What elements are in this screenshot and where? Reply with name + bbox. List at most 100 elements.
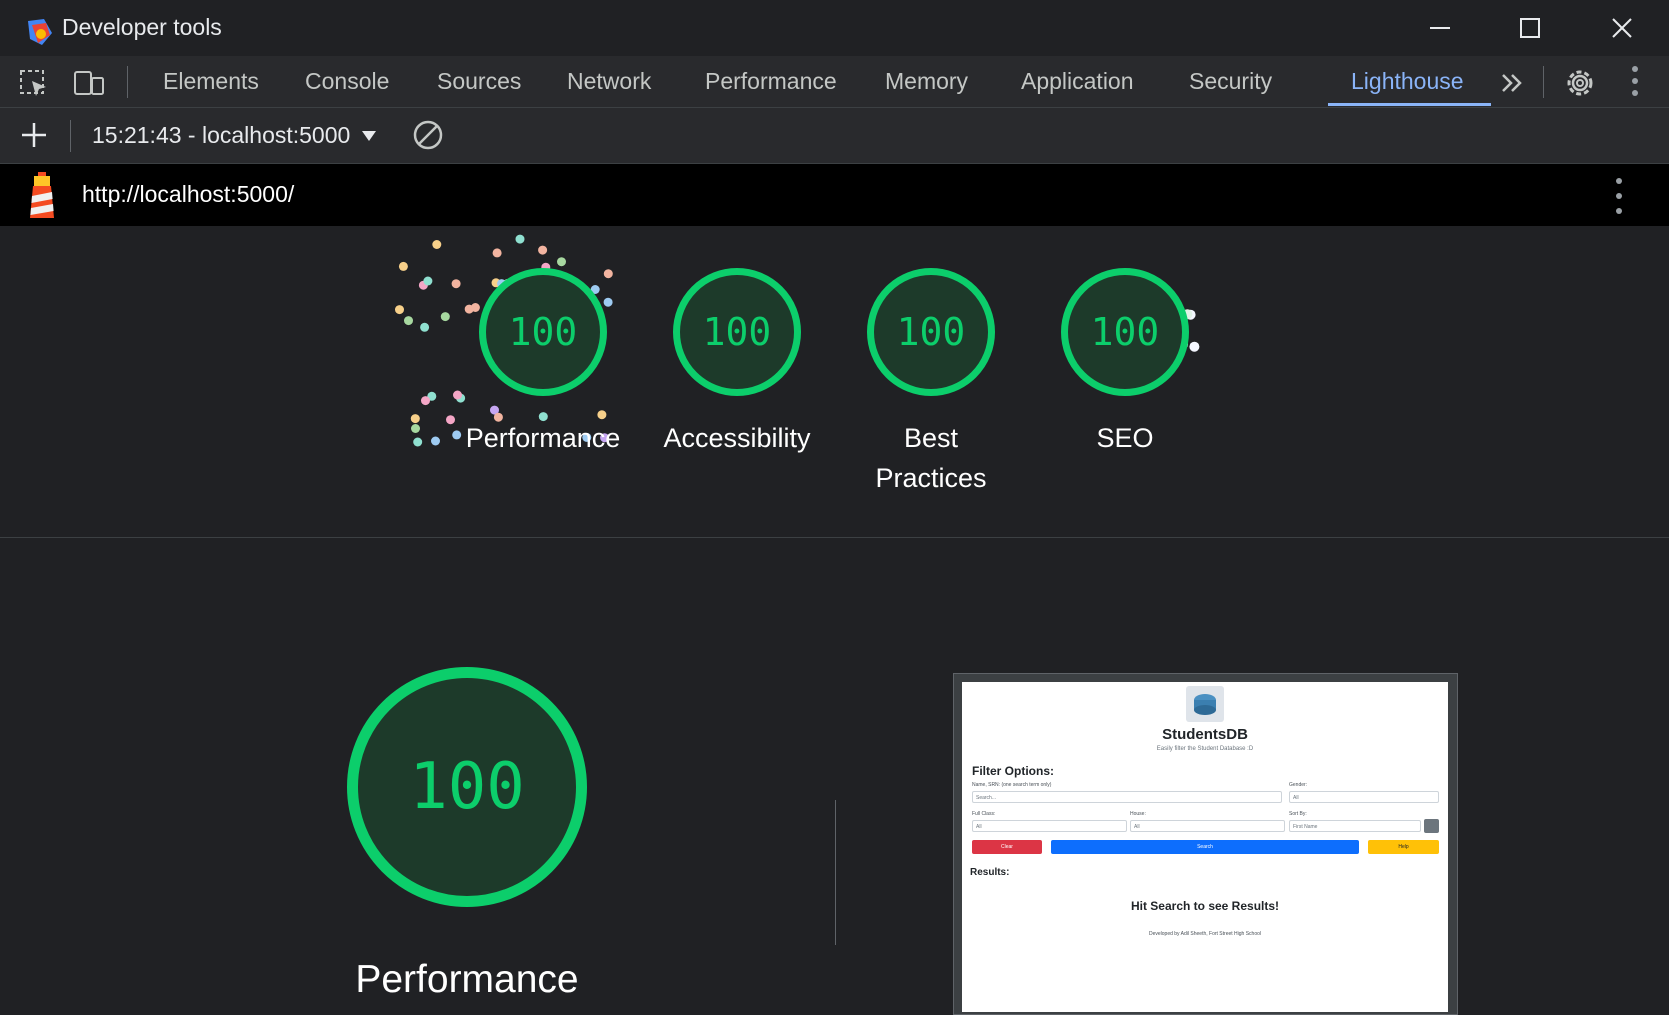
customize-menu-button[interactable] [1630,66,1640,96]
lighthouse-logo-icon [30,172,54,218]
gender-select: All [1289,791,1439,803]
tab-console[interactable]: Console [305,56,389,107]
results-heading: Results: [970,867,1010,878]
device-toolbar-button[interactable] [72,68,106,98]
close-window-button[interactable] [1592,8,1652,48]
tab-lighthouse[interactable]: Lighthouse [1351,56,1464,107]
toolbar-separator [70,120,71,152]
results-hint: Hit Search to see Results! [1130,899,1280,913]
app-logo [1186,686,1224,722]
class-label: Full Class: [972,811,996,817]
report-menu-button[interactable] [1614,178,1624,214]
caret-down-icon [361,131,376,141]
tab-memory[interactable]: Memory [885,56,968,107]
devtools-logo-icon [28,19,52,45]
score-label: SEO [1096,423,1154,453]
chevron-double-right-icon [1502,74,1522,92]
confetti-dot [557,257,566,267]
app-subtitle: Easily filter the Student Database :D [1156,746,1254,752]
confetti-dot [413,437,423,447]
close-icon [1612,18,1632,38]
settings-button[interactable] [1563,68,1597,98]
section-divider [0,537,1669,538]
confetti-dot [411,424,420,433]
window-title: Developer tools [62,14,222,40]
confetti-dot [395,305,404,315]
lighthouse-toolbar: 15:21:43 - localhost:5000 [0,108,1669,164]
clear-reports-button[interactable] [411,120,445,150]
inspect-element-button[interactable] [17,68,51,98]
app-title: StudentsDB [1162,726,1248,743]
title-bar: Developer tools [0,0,1669,56]
help-button: Help [1368,840,1439,854]
maximize-button[interactable] [1500,8,1560,48]
final-screenshot-frame[interactable]: StudentsDB Easily filter the Student Dat… [953,673,1458,1015]
report-select-value: 15:21:43 - localhost:5000 [92,122,351,148]
maximize-icon [1520,18,1540,38]
tab-sources[interactable]: Sources [437,56,521,107]
more-vert-icon [1616,178,1622,184]
more-tabs-button[interactable] [1495,68,1529,98]
clear-icon [413,120,443,150]
minimize-button[interactable] [1410,8,1470,48]
score-value: 100 [1061,268,1189,396]
sort-label: Sort By: [1289,811,1307,817]
house-select: All [1130,820,1285,832]
gear-icon [1567,70,1593,96]
footer-credit: Developed by Adil Sheeth, Fort Street Hi… [1148,931,1261,937]
score-gauge-seo[interactable]: 100 SEO [1030,268,1220,458]
score-label: Accessibility [663,423,811,453]
minimize-icon [1430,27,1450,29]
tab-application[interactable]: Application [1021,56,1134,107]
database-icon [1194,694,1216,715]
more-vert-icon [1632,66,1638,72]
report-select[interactable]: 15:21:43 - localhost:5000 [92,122,377,149]
filter-heading: Filter Options: [972,764,1054,778]
house-label: House: [1130,811,1146,817]
score-label: Best Practices [875,423,987,493]
tab-elements[interactable]: Elements [163,56,259,107]
score-value: 100 [673,268,801,396]
sort-select: First Name [1289,820,1421,832]
performance-score-gauge: 100 [347,667,587,907]
device-toggle-icon [74,71,104,95]
confetti-dot [423,276,433,286]
score-gauge-best-practices[interactable]: 100 Best Practices [836,268,1026,498]
report-url-bar: http://localhost:5000/ [0,164,1669,226]
performance-heading: Performance [355,958,579,1001]
new-report-button[interactable] [17,120,51,150]
score-gauge-accessibility[interactable]: 100 Accessibility [642,268,832,458]
confetti-dot [404,316,413,326]
confetti-dot [492,248,502,258]
confetti-dot [398,261,408,271]
tab-network[interactable]: Network [567,56,651,107]
score-gauge-performance[interactable]: 100 Performance [448,268,638,458]
sort-toggle [1424,819,1439,833]
name-input: Search... [972,791,1282,803]
confetti-dot [421,396,430,406]
search-button: Search [1051,840,1359,854]
confetti-dot [515,234,525,244]
confetti-dot [410,414,420,424]
score-label: Performance [465,423,621,453]
confetti-dot [431,436,440,446]
confetti-dot [432,240,442,249]
name-label: Name, SRN: (one search term only) [972,782,1052,788]
confetti-dot [420,322,430,332]
plus-icon [22,123,46,147]
score-value: 100 [867,268,995,396]
clear-button: Clear [972,840,1042,854]
toolbar-separator [1543,66,1544,98]
vertical-divider [835,800,836,945]
toolbar-separator [127,66,128,98]
active-tab-indicator [1328,103,1491,106]
final-screenshot: StudentsDB Easily filter the Student Dat… [962,682,1448,1012]
report-url[interactable]: http://localhost:5000/ [82,181,294,208]
tab-performance[interactable]: Performance [705,56,837,107]
tab-security[interactable]: Security [1189,56,1272,107]
gender-label: Gender: [1289,782,1308,788]
select-element-icon [20,70,46,96]
class-select: All [972,820,1127,832]
confetti-dot [538,245,548,255]
devtools-tab-bar: Elements Console Sources Network Perform… [0,56,1669,108]
